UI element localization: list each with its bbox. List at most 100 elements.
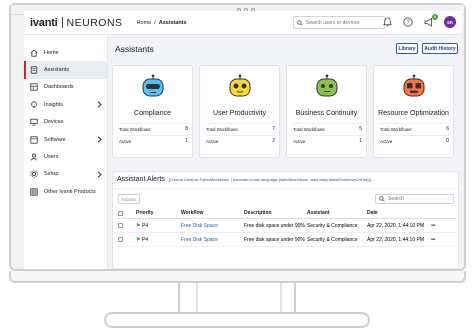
stat-value: 0	[446, 138, 449, 144]
audit-history-button[interactable]: Audit History	[422, 43, 458, 54]
more-icon[interactable]: •••	[431, 237, 435, 243]
column-header-date[interactable]: Date	[367, 210, 378, 216]
home-icon	[29, 48, 38, 57]
sidebar-item-label: Dashboards	[44, 84, 74, 91]
help-icon[interactable]: ?	[402, 16, 414, 28]
total-workflows-row: Total Workflows: 7	[206, 123, 275, 134]
total-workflows-row: Total Workflows: 5	[293, 123, 362, 134]
sidebar-item-label: Setup	[44, 171, 59, 178]
stat-label: Total Workflows:	[206, 126, 239, 132]
priority-cell: ⚑ P4	[136, 222, 148, 229]
breadcrumb-home[interactable]: Home	[137, 20, 152, 26]
total-workflows-row: Total Workflows: 8	[119, 123, 188, 134]
sidebar-item-label: Users	[44, 154, 59, 161]
setup-icon	[29, 170, 38, 179]
avatar[interactable]: SK	[444, 16, 456, 28]
card-title: Business Continuity	[295, 110, 358, 117]
app-logo[interactable]: ivanti NEURONS	[30, 17, 123, 29]
logo-divider	[61, 17, 63, 28]
total-workflows-row: Total Workflows: 6	[380, 123, 449, 134]
chevron-right-icon[interactable]	[97, 136, 102, 143]
search-icon	[297, 19, 303, 26]
sidebar-item-label: Software	[44, 136, 66, 143]
select-all-checkbox[interactable]	[118, 210, 123, 216]
alerts-title: Assistant Alerts	[117, 176, 165, 183]
row-checkbox[interactable]	[118, 223, 123, 228]
brand-name: ivanti	[30, 16, 58, 29]
stat-label: Total Workflows:	[119, 126, 152, 132]
assistant-card-user-productivity[interactable]: User Productivity Total Workflows: 7 Act…	[199, 65, 280, 158]
robot-icon	[142, 74, 164, 97]
date-cell: Apr 22, 2020, 1:44:10 PM	[367, 236, 424, 243]
global-search[interactable]	[293, 16, 385, 29]
bell-icon[interactable]	[381, 16, 393, 28]
monitor-chin	[9, 271, 466, 283]
priority-cell: ⚑ P4	[136, 236, 148, 243]
stat-value: 1	[185, 138, 188, 144]
table-row[interactable]: ⚑ P4 Free Disk Space Free disk space und…	[117, 233, 456, 247]
alerts-header: Assistant Alerts {{'Home.AlertList.Faile…	[117, 176, 371, 183]
megaphone-icon[interactable]: 8	[423, 14, 438, 28]
sidebar-item-devices[interactable]: Devices	[24, 114, 107, 131]
app-screen: ivanti NEURONS Home / Assistants ? 8 SK	[24, 11, 462, 269]
global-search-input[interactable]	[305, 19, 384, 26]
stat-value: 5	[359, 126, 362, 132]
sidebar-item-label: Insights	[44, 101, 63, 108]
sidebar-item-software[interactable]: Software	[24, 131, 107, 148]
svg-text:?: ?	[406, 20, 410, 26]
assistant-cell: Security & Compliance	[307, 236, 358, 243]
chevron-right-icon[interactable]	[97, 101, 102, 108]
alerts-search[interactable]	[375, 194, 454, 204]
sidebar-item-users[interactable]: Users	[24, 148, 107, 165]
stat-label: Active	[293, 138, 306, 144]
column-header-description[interactable]: Description	[244, 210, 272, 216]
robot-icon	[229, 74, 251, 97]
card-title: Compliance	[134, 110, 171, 117]
column-header-workflow[interactable]: Workflow	[181, 210, 203, 216]
more-icon[interactable]: •••	[431, 223, 435, 229]
assistant-card-resource-optimization[interactable]: Resource Optimization Total Workflows: 6…	[373, 65, 454, 158]
sidebar-item-other-products[interactable]: Other Ivanti Products	[24, 183, 107, 200]
search-icon	[379, 196, 385, 202]
column-header-priority[interactable]: Priority	[136, 210, 154, 216]
stat-value: 8	[185, 126, 188, 132]
column-header-assistant[interactable]: Assistant	[307, 210, 330, 216]
sidebar-item-setup[interactable]: Setup	[24, 166, 107, 183]
assistant-card-business-continuity[interactable]: Business Continuity Total Workflows: 5 A…	[286, 65, 367, 158]
insights-icon	[29, 100, 38, 109]
notification-badge: 8	[432, 14, 438, 20]
stat-label: Total Workflows:	[293, 126, 326, 132]
breadcrumb-separator: /	[154, 19, 156, 26]
sidebar-item-dashboards[interactable]: Dashboards	[24, 79, 107, 96]
active-workflows-row: Active 1	[119, 135, 188, 146]
workflow-link[interactable]: Free Disk Space	[181, 223, 218, 229]
alerts-search-input[interactable]	[388, 196, 448, 202]
header-actions: ? 8 SK	[381, 14, 456, 28]
flag-icon: ⚑	[136, 236, 141, 243]
active-workflows-row: Active 0	[380, 135, 449, 146]
app-header: ivanti NEURONS Home / Assistants ? 8 SK	[24, 11, 462, 35]
stat-label: Active	[119, 138, 132, 144]
assistant-icon	[29, 66, 38, 75]
assistant-card-compliance[interactable]: Compliance Total Workflows: 8 Active 1	[112, 65, 193, 158]
stat-value: 6	[446, 126, 449, 132]
stat-label: Active	[380, 138, 393, 144]
table-row[interactable]: ⚑ P4 Free Disk Space Free disk space und…	[117, 219, 456, 233]
row-checkbox[interactable]	[118, 237, 123, 242]
sidebar-item-insights[interactable]: Insights	[24, 96, 107, 113]
library-button[interactable]: Library	[396, 43, 418, 54]
chevron-right-icon[interactable]	[97, 171, 102, 178]
sidebar-item-home[interactable]: Home	[24, 44, 107, 61]
stat-label: Total Workflows:	[380, 126, 413, 132]
divider	[113, 188, 458, 189]
stat-value: 1	[359, 138, 362, 144]
active-workflows-row: Active 1	[293, 135, 362, 146]
sidebar-item-assistants[interactable]: Assistants	[24, 61, 107, 80]
description-cell: Free disk space under 90%	[244, 236, 305, 243]
workflow-link[interactable]: Free Disk Space	[181, 237, 218, 243]
sidebar: Home Assistants Dashboards Insights Devi…	[24, 35, 108, 269]
description-cell: Free disk space under 90%	[244, 222, 305, 229]
actions-dropdown[interactable]: Actions	[118, 194, 140, 204]
monitor-stand	[178, 283, 296, 313]
actions-label: Actions	[121, 196, 136, 202]
